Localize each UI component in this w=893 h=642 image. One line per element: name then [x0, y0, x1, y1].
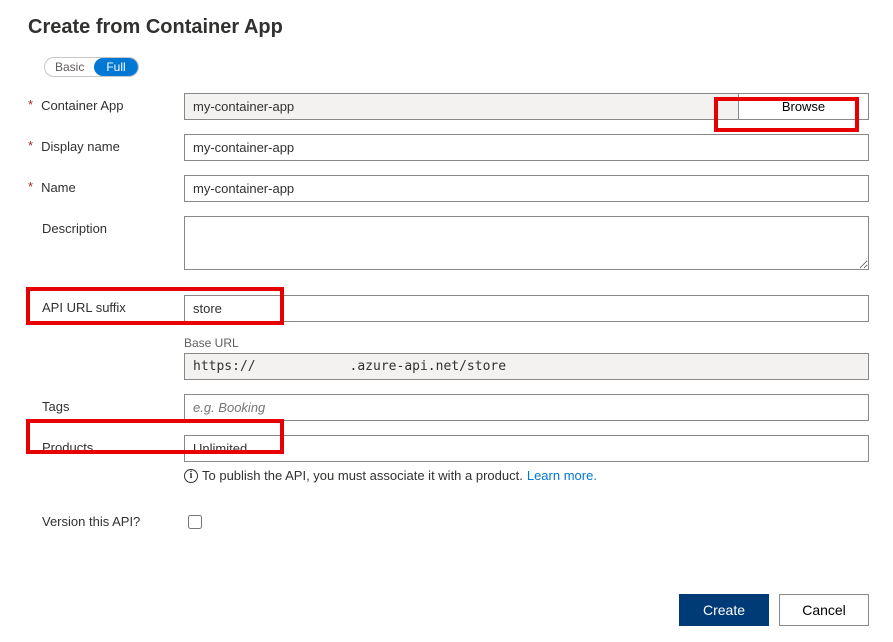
display-name-label: Display name — [41, 139, 120, 154]
description-label: Description — [42, 221, 107, 236]
version-api-checkbox[interactable] — [188, 515, 202, 529]
tags-label: Tags — [42, 399, 69, 414]
base-url-field — [184, 353, 869, 380]
api-url-suffix-label: API URL suffix — [42, 300, 126, 315]
container-app-label: Container App — [41, 98, 123, 113]
cancel-button[interactable]: Cancel — [779, 594, 869, 626]
products-field[interactable] — [184, 435, 869, 462]
description-field[interactable] — [184, 216, 869, 270]
learn-more-link[interactable]: Learn more. — [527, 468, 597, 483]
version-api-label: Version this API? — [42, 514, 140, 529]
api-url-suffix-field[interactable] — [184, 295, 869, 322]
toggle-basic[interactable]: Basic — [45, 58, 94, 76]
create-button[interactable]: Create — [679, 594, 769, 626]
required-icon: * — [28, 98, 33, 111]
products-label: Products — [42, 440, 93, 455]
container-app-field — [184, 93, 739, 120]
page-title: Create from Container App — [28, 16, 869, 39]
browse-button[interactable]: Browse — [739, 93, 869, 120]
toggle-full[interactable]: Full — [94, 58, 137, 76]
name-field[interactable] — [184, 175, 869, 202]
base-url-label: Base URL — [184, 336, 869, 350]
tags-field[interactable] — [184, 394, 869, 421]
required-icon: * — [28, 139, 33, 152]
view-toggle[interactable]: Basic Full — [44, 57, 139, 77]
name-label: Name — [41, 180, 76, 195]
products-hint: To publish the API, you must associate i… — [202, 468, 523, 483]
info-icon: i — [184, 469, 198, 483]
display-name-field[interactable] — [184, 134, 869, 161]
required-icon: * — [28, 180, 33, 193]
